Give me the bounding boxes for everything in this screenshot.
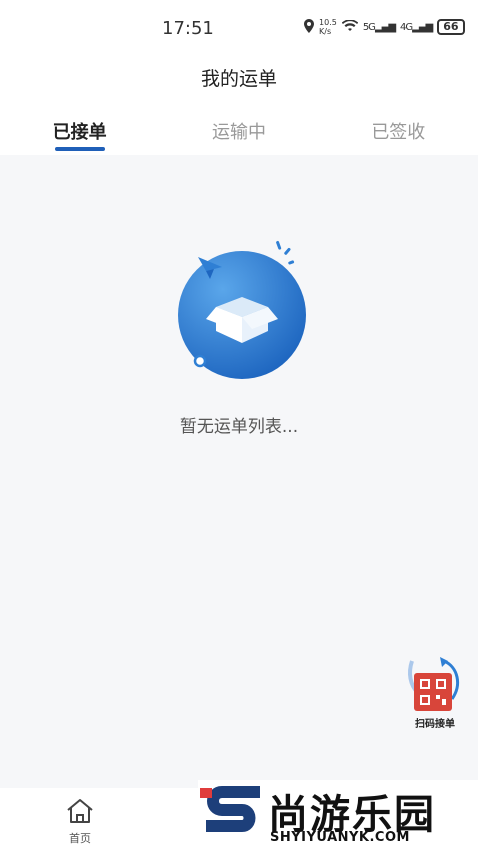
tab-signed[interactable]: 已签收 — [319, 100, 478, 155]
tab-in-transit[interactable]: 运输中 — [159, 100, 318, 155]
header: 我的运单 — [0, 56, 478, 100]
empty-message: 暂无运单列表... — [179, 417, 299, 437]
net-speed-value: 10.5 — [319, 18, 337, 27]
watermark: 尚游乐园 SHYIYUANYK.COM — [198, 780, 478, 850]
tab-bar: 已接单 运输中 已签收 — [0, 100, 478, 155]
tab-label: 已签收 — [371, 122, 426, 143]
page-title: 我的运单 — [200, 68, 277, 90]
watermark-logo-icon — [200, 784, 266, 850]
status-icons: 10.5 K/s 5G▂▄▆ 4G▂▄▆ 66 — [304, 18, 465, 36]
scan-accept-button[interactable]: 扫码接单 — [404, 655, 466, 730]
scan-label: 扫码接单 — [415, 719, 455, 730]
tab-label: 已接单 — [52, 122, 107, 143]
home-icon — [65, 799, 95, 828]
tab-label: 运输中 — [211, 122, 266, 143]
empty-box-illustration — [170, 235, 310, 385]
net-speed-unit: K/s — [319, 27, 332, 36]
signal-4g: 4G▂▄▆ — [400, 21, 433, 33]
nav-home-label: 首页 — [69, 832, 91, 845]
signal-5g: 5G▂▄▆ — [362, 21, 396, 33]
net-speed: 10.5 K/s — [319, 18, 337, 36]
wifi-icon — [341, 18, 359, 35]
nav-home[interactable]: 首页 — [58, 798, 102, 846]
status-time: 17:51 — [162, 18, 214, 39]
tab-indicator — [54, 147, 105, 151]
battery-indicator: 66 — [437, 19, 465, 35]
location-icon — [304, 18, 314, 36]
tab-accepted[interactable]: 已接单 — [0, 100, 159, 155]
status-bar: 17:51 10.5 K/s 5G▂▄▆ 4G▂▄▆ 66 — [0, 0, 478, 56]
watermark-url: SHYIYUANYK.COM — [270, 830, 410, 845]
